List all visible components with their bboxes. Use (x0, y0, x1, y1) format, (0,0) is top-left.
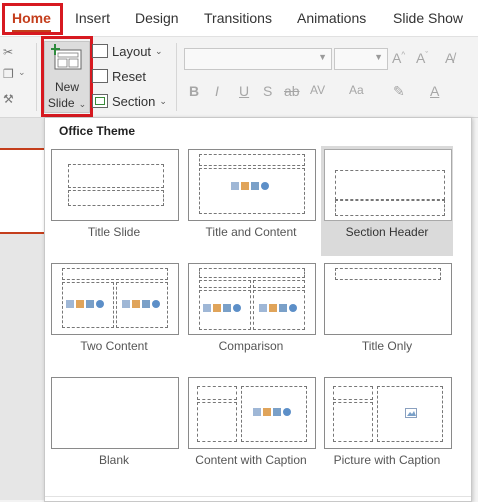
title-placeholder (333, 386, 373, 400)
title-placeholder (62, 268, 168, 280)
layout-two-content[interactable]: Two Content (48, 260, 180, 370)
layout-label: Title Only (361, 339, 413, 353)
layout-label: Picture with Caption (333, 453, 441, 467)
layout-label: Title and Content (205, 225, 297, 239)
layout-thumbnail (188, 263, 316, 335)
new-slide-icon (51, 44, 82, 70)
layout-button[interactable]: Layout ⌄ (92, 41, 163, 61)
layout-icon (92, 44, 108, 58)
highlight-color-icon[interactable]: ✎ (393, 83, 405, 100)
title-placeholder (197, 386, 237, 400)
chevron-down-icon: ⌄ (155, 45, 163, 56)
layout-label: Section Header (345, 225, 429, 239)
underline-button[interactable]: U (239, 83, 249, 99)
layout-picture-with-caption[interactable]: Picture with Caption (321, 374, 453, 484)
new-slide-label: New (54, 80, 79, 94)
caption-placeholder (333, 402, 373, 442)
caption-placeholder (197, 402, 237, 442)
layout-thumbnail (188, 377, 316, 449)
subtitle-placeholder (68, 190, 164, 206)
layout-title-slide[interactable]: Title Slide (48, 146, 180, 256)
new-slide-label-2: Slide ⌄ (47, 96, 87, 110)
reset-label: Reset (112, 68, 146, 84)
new-slide-button[interactable]: New Slide ⌄ (44, 41, 90, 113)
title-placeholder (199, 154, 305, 166)
layout-label: Title Slide (87, 225, 141, 239)
layout-thumbnail (324, 377, 452, 449)
picture-icon (405, 408, 417, 418)
chevron-down-icon: ⌄ (78, 99, 87, 109)
layout-gallery: Office Theme Title Slide Title and Conte… (44, 117, 472, 502)
ribbon-separator (36, 43, 37, 111)
layout-label: Content with Caption (195, 453, 307, 467)
tab-home[interactable]: Home (12, 0, 51, 36)
content-icons (259, 304, 297, 312)
bold-button[interactable]: B (189, 83, 199, 99)
layout-thumbnail (51, 263, 179, 335)
section-label: Section (112, 93, 156, 109)
layout-content-with-caption[interactable]: Content with Caption (185, 374, 317, 484)
layout-title-only[interactable]: Title Only (321, 260, 453, 370)
copy-icon[interactable]: ❐ (3, 67, 14, 81)
heading-placeholder-left (199, 280, 251, 288)
tab-slide-show[interactable]: Slide Show (393, 0, 463, 36)
layout-thumbnail (324, 149, 452, 221)
layout-thumbnail (51, 149, 179, 221)
content-icons (66, 300, 104, 308)
layout-thumbnail (51, 377, 179, 449)
reset-icon (92, 69, 108, 83)
change-case-button[interactable]: Aa (349, 83, 364, 97)
title-placeholder (68, 164, 164, 188)
chevron-down-icon[interactable]: ⌄ (18, 67, 26, 78)
layout-label: Blank (98, 453, 130, 467)
layout-comparison[interactable]: Comparison (185, 260, 317, 370)
chevron-down-icon: ▼ (374, 52, 383, 62)
layout-label: Two Content (80, 339, 148, 353)
content-icons (203, 304, 241, 312)
ribbon-separator (176, 43, 177, 111)
chevron-down-icon: ▼ (318, 52, 327, 62)
gallery-footer (45, 496, 471, 501)
reset-button[interactable]: Reset (92, 66, 146, 86)
layout-thumbnail (188, 149, 316, 221)
format-painter-icon[interactable]: ⚒ (3, 92, 14, 106)
tab-transitions[interactable]: Transitions (204, 0, 272, 36)
layout-label: Comparison (218, 339, 284, 353)
content-icons (122, 300, 160, 308)
layout-section-header[interactable]: Section Header (321, 146, 453, 256)
character-spacing-button[interactable]: AV (310, 83, 325, 97)
layout-label: Layout (112, 43, 152, 59)
layout-thumbnail (324, 263, 452, 335)
clear-formatting-icon[interactable]: A̸ (445, 50, 454, 66)
cut-icon[interactable]: ✂ (3, 45, 13, 59)
shadow-button[interactable]: S (263, 83, 272, 99)
slide-thumbnail-panel (0, 118, 44, 500)
section-button[interactable]: Section ⌄ (92, 91, 167, 111)
content-icons (253, 408, 291, 416)
ribbon-tab-bar: Home Insert Design Transitions Animation… (0, 0, 478, 37)
gallery-title: Office Theme (59, 124, 136, 138)
title-placeholder (335, 268, 441, 280)
title-placeholder (335, 170, 445, 200)
font-size-dropdown[interactable]: ▼ (334, 48, 388, 70)
font-family-dropdown[interactable]: ▼ (184, 48, 332, 70)
title-placeholder (199, 268, 305, 278)
increase-font-icon[interactable]: A^ (392, 50, 405, 66)
tab-animations[interactable]: Animations (297, 0, 366, 36)
strikethrough-button[interactable]: ab (284, 83, 300, 99)
heading-placeholder-right (253, 280, 305, 288)
content-icons (231, 182, 269, 190)
font-color-button[interactable]: A (430, 83, 439, 99)
chevron-down-icon: ⌄ (159, 95, 167, 106)
tab-insert[interactable]: Insert (75, 0, 110, 36)
text-placeholder (335, 200, 445, 216)
layout-blank[interactable]: Blank (48, 374, 180, 484)
italic-button[interactable]: I (215, 83, 219, 99)
decrease-font-icon[interactable]: Aˇ (416, 50, 428, 66)
slide-thumbnail[interactable] (0, 148, 44, 234)
layout-title-and-content[interactable]: Title and Content (185, 146, 317, 256)
tab-design[interactable]: Design (135, 0, 179, 36)
section-icon (92, 94, 108, 108)
